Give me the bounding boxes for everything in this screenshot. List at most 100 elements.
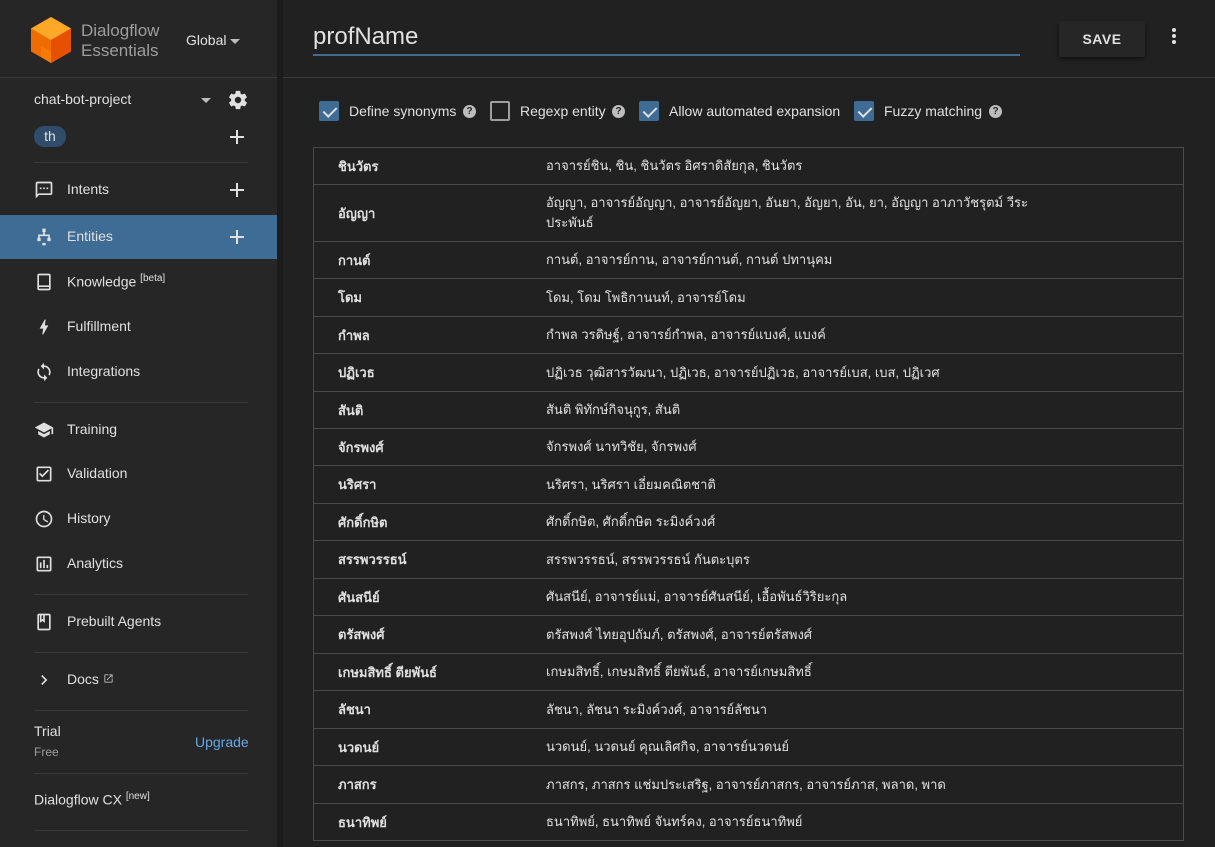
define-synonyms-checkbox[interactable] — [319, 101, 339, 121]
table-row[interactable]: ศันสนีย์ ศันสนีย์, อาจารย์แม่, อาจารย์ศัน… — [314, 579, 1183, 616]
option-label: Regexp entity — [520, 103, 606, 119]
table-row[interactable]: นวดนย์ นวดนย์, นวดนย์ คุณเลิศกิจ, อาจารย์… — [314, 729, 1183, 766]
more-vert-icon[interactable] — [1168, 28, 1180, 48]
synonyms[interactable]: ศันสนีย์, อาจารย์แม่, อาจารย์ศันสนีย์, เ… — [546, 587, 1046, 607]
divider — [34, 830, 248, 831]
save-button[interactable]: SAVE — [1059, 21, 1145, 57]
sidebar-item-label: History — [67, 510, 111, 526]
table-row[interactable]: เกษมสิทธิ์ ตียพันธ์ เกษมสิทธิ์, เกษมสิทธิ… — [314, 654, 1183, 691]
reference-value[interactable]: ปฏิเวธ — [314, 362, 546, 383]
sidebar: Dialogflow Essentials Global chat-bot-pr… — [0, 0, 277, 847]
reference-value[interactable]: กำพล — [314, 325, 546, 346]
reference-value[interactable]: สรรพวรรธน์ — [314, 549, 546, 570]
synonyms[interactable]: โดม, โดม โพธิกานนท์, อาจารย์โดม — [546, 288, 1046, 308]
project-dropdown-icon[interactable] — [201, 98, 211, 103]
entity-name-input[interactable] — [313, 20, 1020, 56]
gear-icon[interactable] — [227, 89, 249, 111]
sidebar-item-entities[interactable]: Entities — [0, 215, 277, 259]
chevron-down-icon — [230, 38, 241, 44]
sidebar-item-history[interactable]: History — [0, 497, 277, 541]
table-row[interactable]: กำพล กำพล วรดิษฐ์, อาจารย์กำพล, อาจารย์แบ… — [314, 317, 1183, 354]
project-name[interactable]: chat-bot-project — [34, 91, 131, 107]
external-link-icon — [104, 674, 113, 683]
synonyms[interactable]: ปฏิเวธ วุฒิสารวัฒนา, ปฏิเวธ, อาจารย์ปฏิเ… — [546, 363, 1046, 383]
table-row[interactable]: ภาสกร ภาสกร, ภาสกร แช่มประเสริฐ, อาจารย์ภ… — [314, 766, 1183, 804]
sidebar-item-docs[interactable]: Docs — [0, 658, 277, 702]
automated-expansion-checkbox[interactable] — [639, 101, 659, 121]
reference-value[interactable]: นริศรา — [314, 474, 546, 495]
synonyms[interactable]: อาจารย์ชิน, ชิน, ชินวัตร อิศราดิสัยกุล, … — [546, 156, 1046, 176]
sidebar-item-training[interactable]: Training — [0, 408, 277, 452]
reference-value[interactable]: ธนาทิพย์ — [314, 812, 546, 833]
table-row[interactable]: กานต์ กานต์, อาจารย์กาน, อาจารย์กานต์, กา… — [314, 242, 1183, 279]
language-chip[interactable]: th — [34, 126, 66, 147]
reference-value[interactable]: ศักดิ์กษิต — [314, 512, 546, 533]
table-row[interactable]: ธนาทิพย์ ธนาทิพย์, ธนาทิพย์ จันทร์คง, อาจ… — [314, 804, 1183, 841]
sidebar-item-intents[interactable]: Intents — [0, 168, 277, 212]
sidebar-item-knowledge[interactable]: Knowledge [beta] — [0, 260, 277, 304]
reference-value[interactable]: สันติ — [314, 400, 546, 421]
synonyms[interactable]: ลัชนา, ลัชนา ระมิงค์วงศ์, อาจารย์ลัชนา — [546, 700, 1046, 720]
table-row[interactable]: ปฏิเวธ ปฏิเวธ วุฒิสารวัฒนา, ปฏิเวธ, อาจาร… — [314, 354, 1183, 392]
table-row[interactable]: โดม โดม, โดม โพธิกานนท์, อาจารย์โดม — [314, 279, 1183, 317]
reference-value[interactable]: ตรัสพงศ์ — [314, 624, 546, 645]
sidebar-item-label: Analytics — [67, 555, 124, 571]
divider — [34, 773, 248, 774]
table-row[interactable]: ศักดิ์กษิต ศักดิ์กษิต, ศักดิ์กษิต ระมิงค์… — [314, 504, 1183, 541]
add-language-icon[interactable] — [229, 129, 245, 145]
reference-value[interactable]: โดม — [314, 287, 546, 308]
divider — [34, 162, 248, 163]
fuzzy-matching-checkbox[interactable] — [854, 101, 874, 121]
regexp-entity-checkbox[interactable] — [490, 101, 510, 121]
add-entity-icon[interactable] — [229, 229, 245, 245]
synonyms[interactable]: สรรพวรรธน์, สรรพวรรธน์ กันตะบุตร — [546, 550, 1046, 570]
option-label: Allow automated expansion — [669, 103, 841, 119]
sidebar-item-label: Integrations — [67, 363, 141, 379]
help-icon[interactable]: ? — [612, 105, 625, 118]
synonyms[interactable]: กานต์, อาจารย์กาน, อาจารย์กานต์, กานต์ ป… — [546, 250, 1046, 270]
table-row[interactable]: ชินวัตร อาจารย์ชิน, ชิน, ชินวัตร อิศราดิส… — [314, 148, 1183, 185]
synonyms[interactable]: ธนาทิพย์, ธนาทิพย์ จันทร์คง, อาจารย์ธนาท… — [546, 812, 1046, 832]
reference-value[interactable]: อัญญา — [314, 203, 546, 224]
sidebar-item-analytics[interactable]: Analytics — [0, 542, 277, 586]
synonyms[interactable]: ตรัสพงศ์ ไทยอุปถัมภ์, ตรัสพงศ์, อาจารย์ต… — [546, 625, 1046, 645]
add-intent-icon[interactable] — [229, 182, 245, 198]
brand-name: Dialogflow Essentials — [81, 21, 159, 61]
table-row[interactable]: ลัชนา ลัชนา, ลัชนา ระมิงค์วงศ์, อาจารย์ลั… — [314, 691, 1183, 729]
sidebar-scrollbar[interactable] — [277, 0, 283, 847]
reference-value[interactable]: ชินวัตร — [314, 156, 546, 177]
synonyms[interactable]: นริศรา, นริศรา เอี่ยมคณิตชาติ — [546, 475, 1046, 495]
reference-value[interactable]: ภาสกร — [314, 774, 546, 795]
synonyms[interactable]: ภาสกร, ภาสกร แช่มประเสริฐ, อาจารย์ภาสกร,… — [546, 775, 1046, 795]
reference-value[interactable]: ลัชนา — [314, 699, 546, 720]
sidebar-item-prebuilt-agents[interactable]: Prebuilt Agents — [0, 600, 277, 644]
table-row[interactable]: อัญญา อัญญา, อาจารย์อัญญา, อาจารย์อัญยา, … — [314, 185, 1183, 242]
synonyms[interactable]: กำพล วรดิษฐ์, อาจารย์กำพล, อาจารย์แบงค์,… — [546, 325, 1046, 345]
help-icon[interactable]: ? — [463, 105, 476, 118]
reference-value[interactable]: ศันสนีย์ — [314, 587, 546, 608]
synonyms[interactable]: จักรพงศ์ นาทวิชัย, จักรพงศ์ — [546, 437, 1046, 457]
synonyms[interactable]: เกษมสิทธิ์, เกษมสิทธิ์ ตียพันธ์, อาจารย์… — [546, 662, 1046, 682]
table-row[interactable]: ตรัสพงศ์ ตรัสพงศ์ ไทยอุปถัมภ์, ตรัสพงศ์, … — [314, 616, 1183, 654]
reference-value[interactable]: กานต์ — [314, 250, 546, 271]
synonyms[interactable]: อัญญา, อาจารย์อัญญา, อาจารย์อัญยา, อันยา… — [546, 193, 1046, 233]
sidebar-item-fulfillment[interactable]: Fulfillment — [0, 305, 277, 349]
upgrade-link[interactable]: Upgrade — [195, 734, 249, 750]
table-row[interactable]: สรรพวรรธน์ สรรพวรรธน์, สรรพวรรธน์ กันตะบุ… — [314, 541, 1183, 579]
sidebar-item-validation[interactable]: Validation — [0, 452, 277, 496]
dialogflow-cx-link[interactable]: Dialogflow CX [new] — [34, 791, 150, 808]
reference-value[interactable]: จักรพงศ์ — [314, 437, 546, 458]
region-selector[interactable]: Global — [186, 32, 241, 48]
divider — [34, 594, 248, 595]
reference-value[interactable]: นวดนย์ — [314, 737, 546, 758]
chevron-right-icon — [41, 675, 48, 685]
synonyms[interactable]: สันติ พิทักษ์กิจนุกูร, สันติ — [546, 400, 1046, 420]
help-icon[interactable]: ? — [989, 105, 1002, 118]
reference-value[interactable]: เกษมสิทธิ์ ตียพันธ์ — [314, 662, 546, 683]
table-row[interactable]: สันติ สันติ พิทักษ์กิจนุกูร, สันติ — [314, 392, 1183, 429]
table-row[interactable]: นริศรา นริศรา, นริศรา เอี่ยมคณิตชาติ — [314, 466, 1183, 504]
synonyms[interactable]: นวดนย์, นวดนย์ คุณเลิศกิจ, อาจารย์นวดนย์ — [546, 737, 1046, 757]
sidebar-item-integrations[interactable]: Integrations — [0, 350, 277, 394]
table-row[interactable]: จักรพงศ์ จักรพงศ์ นาทวิชัย, จักรพงศ์ — [314, 429, 1183, 466]
synonyms[interactable]: ศักดิ์กษิต, ศักดิ์กษิต ระมิงค์วงศ์ — [546, 512, 1046, 532]
